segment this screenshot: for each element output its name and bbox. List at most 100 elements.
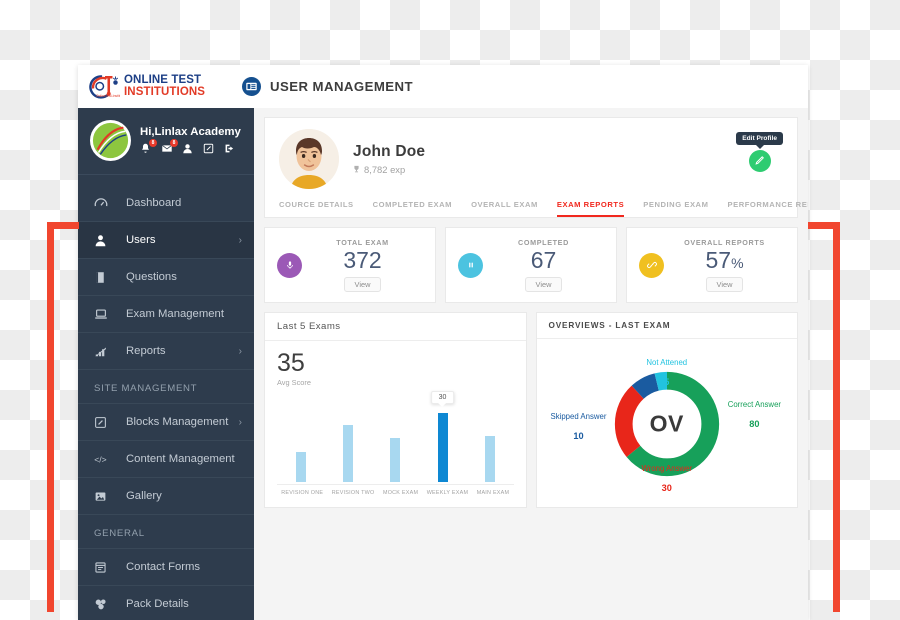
sidebar-item-contact-forms[interactable]: Contact Forms bbox=[78, 549, 254, 586]
donut-chart-plot: OV Not Attened 5 Correct Answer 80 Wrong A… bbox=[549, 349, 786, 499]
tab-exam-reports[interactable]: EXAM REPORTS bbox=[556, 200, 625, 217]
tab-completed-exam[interactable]: COMPLETED EXAM bbox=[373, 200, 452, 217]
edit-profile-group: Edit Profile bbox=[736, 127, 783, 172]
sidebar-item-gallery[interactable]: Gallery bbox=[78, 478, 254, 515]
bar-chart-title: Last 5 Exams bbox=[265, 313, 526, 342]
bar-column[interactable] bbox=[295, 394, 306, 483]
profile-name: John Doe bbox=[353, 143, 426, 160]
bar-chart-body: 35 Avg Score 30 REVISION ONE REVISION TWO… bbox=[265, 341, 526, 504]
sidebar-user-info: Hi,Linlax Academy 8 8 bbox=[140, 126, 241, 156]
microphone-icon bbox=[277, 252, 302, 278]
stat-view-button[interactable]: View bbox=[705, 277, 744, 293]
sidebar-user-name: Hi,Linlax Academy bbox=[140, 125, 241, 138]
brand-logo[interactable]: OnlineTest-Institutions ONLINE TEST INST… bbox=[78, 65, 230, 108]
annotation-bracket-right bbox=[808, 222, 840, 612]
app-window: OnlineTest-Institutions ONLINE TEST INST… bbox=[78, 65, 808, 620]
sidebar-item-content-management[interactable]: </> Content Management bbox=[78, 441, 254, 478]
last-5-exams-card: Last 5 Exams 35 Avg Score 30 REVISION ON… bbox=[264, 312, 527, 509]
sidebar-item-blocks-management[interactable]: Blocks Management › bbox=[78, 404, 254, 441]
bar-axis-label: REVISION TWO bbox=[331, 490, 375, 497]
donut-chart-title: OVERVIEWS - LAST EXAM bbox=[536, 313, 797, 340]
sidebar-item-pack-details[interactable]: Pack Details bbox=[78, 586, 254, 620]
stat-label: OVERALL REPORTS bbox=[684, 238, 765, 247]
charts-row: Last 5 Exams 35 Avg Score 30 REVISION ON… bbox=[264, 312, 798, 509]
sidebar-item-label: Dashboard bbox=[126, 197, 182, 209]
bar-chart-plot: 30 bbox=[277, 391, 514, 483]
bar-column[interactable] bbox=[390, 394, 401, 483]
profile-identity: John Doe 8,782 exp bbox=[353, 143, 425, 175]
stat-card-overall-reports: OVERALL REPORTS 57% View bbox=[626, 227, 798, 304]
bar bbox=[484, 436, 495, 483]
pencil-square-icon bbox=[94, 416, 111, 429]
page-title: USER MANAGEMENT bbox=[270, 79, 414, 94]
chevron-right-icon: › bbox=[238, 345, 242, 357]
donut-label-wrong-answer: Wrong Answer 30 bbox=[641, 464, 693, 494]
stat-label: TOTAL EXAM bbox=[336, 238, 389, 247]
user-icon[interactable] bbox=[182, 143, 195, 156]
stat-value: 372 bbox=[343, 247, 382, 273]
sidebar-item-users[interactable]: Users › bbox=[78, 222, 254, 259]
stat-value-suffix: % bbox=[731, 255, 744, 271]
sidebar-item-exam-management[interactable]: Exam Management bbox=[78, 296, 254, 333]
sidebar-user-block[interactable]: Hi,Linlax Academy 8 8 bbox=[78, 108, 254, 174]
bar-column[interactable] bbox=[342, 394, 353, 483]
top-bar: OnlineTest-Institutions ONLINE TEST INST… bbox=[78, 65, 808, 108]
stat-body: OVERALL REPORTS 57% View bbox=[664, 238, 785, 293]
trophy-icon bbox=[353, 164, 360, 175]
bar-axis-label: WEEKLY EXAM bbox=[426, 490, 469, 497]
profile-card: John Doe 8,782 exp Edit Profile COURCE D… bbox=[264, 117, 808, 218]
bar-column[interactable]: 30 bbox=[430, 391, 455, 483]
envelope-icon[interactable]: 8 bbox=[161, 138, 178, 156]
logout-icon[interactable] bbox=[224, 143, 237, 156]
sidebar-section-general: GENERAL bbox=[78, 515, 254, 549]
package-icon bbox=[94, 597, 111, 611]
donut-label-skipped-answer: Skipped Answer 10 bbox=[550, 412, 607, 441]
brand-line-2: INSTITUTIONS bbox=[124, 85, 206, 98]
bar bbox=[342, 425, 353, 483]
pencil-icon bbox=[754, 152, 765, 170]
stat-body: COMPLETED 67 View bbox=[483, 238, 604, 293]
edit-profile-button[interactable] bbox=[748, 150, 771, 172]
pause-icon bbox=[458, 252, 483, 278]
sidebar-section-site-management: SITE MANAGEMENT bbox=[78, 370, 254, 404]
bell-badge: 8 bbox=[149, 138, 157, 147]
stat-label: COMPLETED bbox=[518, 238, 569, 247]
stat-view-button[interactable]: View bbox=[343, 277, 382, 293]
sidebar-item-label: Questions bbox=[126, 271, 177, 283]
sidebar-item-questions[interactable]: Questions bbox=[78, 259, 254, 296]
brand-wordmark: ONLINE TEST INSTITUTIONS bbox=[124, 74, 206, 99]
avg-score-label: Avg Score bbox=[277, 378, 311, 388]
sidebar-item-dashboard[interactable]: Dashboard bbox=[78, 185, 254, 222]
stat-value: 57% bbox=[705, 247, 744, 273]
bar-column[interactable] bbox=[484, 394, 495, 483]
svg-text:OnlineTest-Institutions: OnlineTest-Institutions bbox=[96, 93, 120, 97]
tab-performance-reports[interactable]: PERFORMANCE REPORTS bbox=[727, 200, 808, 217]
donut-label-correct-answer: Correct Answer 80 bbox=[727, 400, 781, 429]
sidebar-item-label: Reports bbox=[126, 345, 166, 357]
edit-square-icon[interactable] bbox=[203, 143, 216, 156]
edit-profile-tooltip: Edit Profile bbox=[736, 132, 783, 149]
tab-pending-exam[interactable]: PENDING EXAM bbox=[643, 200, 708, 217]
bar-tooltip: 30 bbox=[430, 391, 455, 408]
profile-tabs: COURCE DETAILS COMPLETED EXAM OVERALL EX… bbox=[265, 197, 808, 217]
sidebar-item-label: Exam Management bbox=[126, 308, 224, 320]
stat-view-button[interactable]: View bbox=[524, 277, 563, 293]
tab-overall-exam[interactable]: OVERALL EXAM bbox=[471, 200, 538, 217]
tab-cource-details[interactable]: COURCE DETAILS bbox=[279, 200, 354, 217]
profile-header: John Doe 8,782 exp Edit Profile bbox=[265, 118, 797, 197]
bar-chart-icon bbox=[94, 344, 111, 358]
bell-icon[interactable]: 8 bbox=[140, 138, 157, 156]
sidebar-item-label: Users bbox=[126, 234, 156, 246]
sidebar-user-icons: 8 8 bbox=[140, 138, 241, 156]
book-icon bbox=[94, 271, 111, 284]
stat-value: 67 bbox=[530, 247, 557, 273]
stat-card-total-exam: TOTAL EXAM 372 View bbox=[264, 227, 436, 304]
chevron-right-icon: › bbox=[238, 416, 242, 428]
page-header: USER MANAGEMENT bbox=[230, 77, 413, 96]
bar-chart-axis: REVISION ONE REVISION TWO MOCK EXAM WEEKLY … bbox=[277, 484, 514, 496]
code-icon: </> bbox=[94, 453, 111, 465]
ot-logo-icon: OnlineTest-Institutions bbox=[87, 73, 129, 101]
sidebar-item-reports[interactable]: Reports › bbox=[78, 333, 254, 370]
donut-label-not-attened: Not Attened 5 bbox=[646, 358, 688, 387]
